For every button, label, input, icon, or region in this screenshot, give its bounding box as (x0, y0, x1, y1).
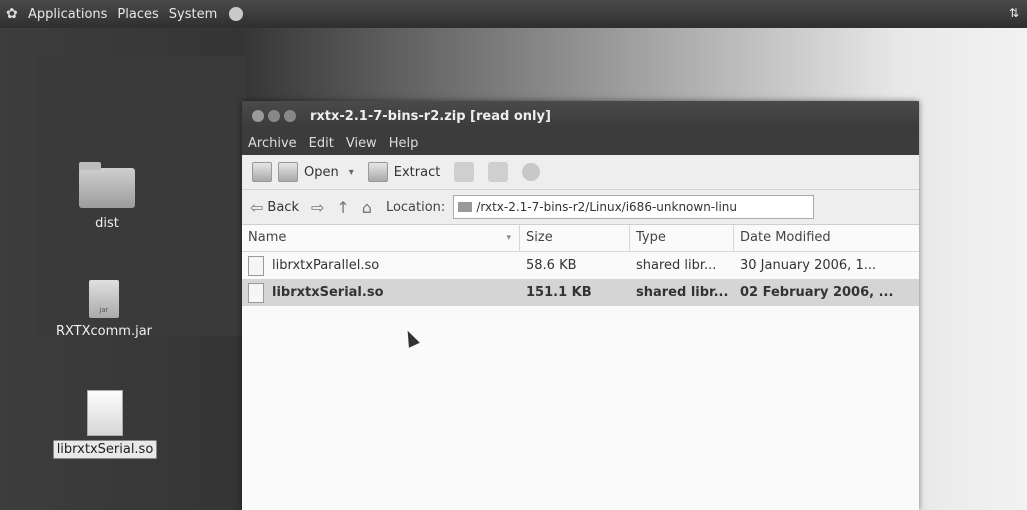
location-path: /rxtx-2.1-7-bins-r2/Linux/i686-unknown-l… (476, 200, 738, 214)
file-date: 30 January 2006, 1... (740, 258, 877, 273)
archive-manager-window: rxtx-2.1-7-bins-r2.zip [read only] Archi… (242, 101, 919, 510)
file-icon (87, 390, 123, 436)
home-icon[interactable]: ⌂ (362, 198, 372, 217)
menu-edit[interactable]: Edit (309, 136, 334, 151)
column-size-label: Size (526, 230, 553, 245)
add-files-icon[interactable] (454, 162, 475, 182)
top-panel: ✿ Applications Places System ⇅ (0, 0, 1027, 28)
desktop-icon-librxtxserial[interactable]: librxtxSerial.so (40, 390, 170, 459)
back-button[interactable]: ⇦ Back (250, 198, 299, 217)
location-field[interactable]: /rxtx-2.1-7-bins-r2/Linux/i686-unknown-l… (453, 195, 815, 219)
desktop-icon-rxtxcomm[interactable]: jar RXTXcomm.jar (44, 280, 164, 339)
file-type: shared libr... (636, 258, 717, 273)
add-folder-icon[interactable] (488, 162, 509, 182)
file-list-header: Name ▾ Size Type Date Modified (242, 225, 919, 252)
desktop-icon-label: dist (95, 216, 119, 231)
new-archive-icon[interactable] (252, 162, 272, 182)
file-size: 151.1 KB (526, 285, 592, 300)
location-label: Location: (385, 199, 446, 215)
file-date: 02 February 2006, ... (740, 285, 894, 300)
column-date-modified[interactable]: Date Modified (734, 225, 919, 251)
file-name: librxtxParallel.so (272, 258, 380, 273)
sort-descending-icon: ▾ (506, 233, 511, 243)
drive-icon (458, 202, 473, 212)
window-titlebar[interactable]: rxtx-2.1-7-bins-r2.zip [read only] (242, 101, 919, 131)
column-type-label: Type (636, 230, 666, 245)
extract-icon (367, 162, 388, 182)
forward-arrow-icon[interactable]: ⇨ (311, 198, 324, 217)
file-size: 58.6 KB (526, 258, 577, 273)
back-arrow-icon: ⇦ (250, 197, 264, 217)
file-icon (248, 255, 264, 276)
back-label: Back (267, 199, 299, 215)
chevron-down-icon[interactable]: ▾ (349, 167, 354, 178)
up-arrow-icon[interactable]: ↑ (336, 198, 349, 217)
column-size[interactable]: Size (520, 225, 630, 251)
file-name-cell: librxtxSerial.so (242, 282, 520, 303)
maximize-icon[interactable] (284, 110, 296, 122)
file-icon (248, 282, 264, 303)
toolbar: Open ▾ Extract (242, 155, 919, 190)
column-name-label: Name (248, 230, 287, 245)
ubuntu-logo-icon[interactable]: ✿ (6, 6, 22, 22)
menu-view[interactable]: View (346, 136, 377, 151)
desktop-icon-dist[interactable]: dist (62, 162, 152, 231)
menu-places[interactable]: Places (117, 7, 158, 22)
column-date-label: Date Modified (740, 230, 831, 245)
menubar: Archive Edit View Help (242, 131, 919, 155)
extract-button[interactable]: Extract (367, 162, 441, 182)
minimize-icon[interactable] (268, 110, 280, 122)
file-type: shared libr... (636, 285, 729, 300)
menu-archive[interactable]: Archive (248, 136, 297, 151)
window-title: rxtx-2.1-7-bins-r2.zip [read only] (310, 108, 551, 124)
network-icon[interactable]: ⇅ (1009, 6, 1019, 20)
close-icon[interactable] (252, 110, 264, 122)
folder-icon (79, 162, 135, 208)
file-name: librxtxSerial.so (272, 285, 384, 300)
stop-icon[interactable] (522, 163, 541, 181)
table-row[interactable]: librxtxSerial.so 151.1 KB shared libr...… (242, 279, 919, 306)
table-row[interactable]: librxtxParallel.so 58.6 KB shared libr..… (242, 252, 919, 279)
column-type[interactable]: Type (630, 225, 734, 251)
open-button[interactable]: Open ▾ (278, 162, 354, 182)
location-bar: ⇦ Back ⇨ ↑ ⌂ Location: /rxtx-2.1-7-bins-… (242, 190, 919, 225)
open-label: Open (304, 164, 339, 180)
menu-system[interactable]: System (169, 7, 217, 22)
desktop-icon-label: librxtxSerial.so (52, 440, 158, 459)
jar-file-icon: jar (89, 280, 119, 318)
extract-label: Extract (393, 164, 441, 180)
jar-badge: jar (99, 306, 109, 314)
desktop-icon-label: RXTXcomm.jar (55, 324, 153, 339)
menu-help[interactable]: Help (389, 136, 419, 151)
file-name-cell: librxtxParallel.so (242, 255, 520, 276)
update-icon[interactable] (229, 7, 244, 21)
column-name[interactable]: Name ▾ (242, 225, 520, 251)
menu-applications[interactable]: Applications (28, 7, 107, 22)
open-icon (278, 162, 298, 182)
